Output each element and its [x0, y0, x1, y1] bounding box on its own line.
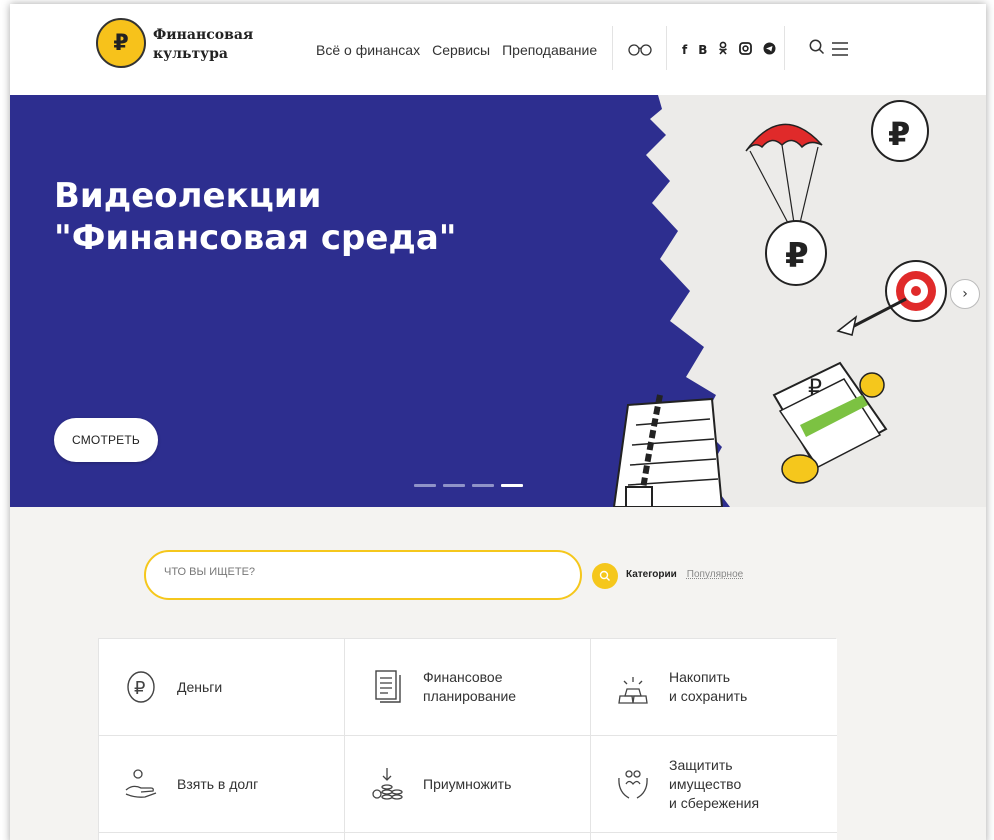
- category-protect[interactable]: Защитить имущество и сбережения: [591, 736, 837, 833]
- nav-item-services[interactable]: Сервисы: [432, 42, 490, 58]
- slider-dots: [414, 484, 523, 487]
- slider-dot-active[interactable]: [501, 484, 523, 487]
- category-row-partial: [99, 833, 345, 840]
- category-label: Взять в долг: [177, 775, 259, 792]
- nav-item-teaching[interactable]: Преподавание: [502, 42, 597, 58]
- svg-text:₽: ₽: [134, 678, 145, 699]
- category-label: Финансовое планирование: [423, 669, 517, 704]
- hero-title-line-2: "Финансовая среда": [54, 218, 457, 258]
- hero-title: Видеолекции "Финансовая среда": [54, 175, 457, 259]
- document-icon: [367, 667, 407, 707]
- svg-text:₽: ₽: [808, 376, 822, 401]
- hero-banner: ₽ ₽ ₽ Видеолекции "Финансовая среда" СМО…: [10, 95, 986, 507]
- category-label: Приумножить: [423, 775, 512, 792]
- ruble-icon: ₽: [121, 667, 161, 707]
- slider-dot[interactable]: [414, 484, 436, 487]
- categories-grid: ₽ Деньги Финансовое планирование Накопит…: [98, 638, 837, 840]
- protect-hands-icon: [613, 764, 653, 804]
- facebook-icon[interactable]: f: [682, 43, 687, 57]
- category-label: Деньги: [177, 678, 223, 695]
- social-links: f B: [682, 41, 776, 58]
- category-label: Накопить и сохранить: [669, 669, 748, 704]
- hero-title-line-1: Видеолекции: [54, 176, 322, 216]
- category-label: Защитить имущество и сбережения: [669, 756, 760, 811]
- category-multiply[interactable]: Приумножить: [345, 736, 591, 833]
- main-nav: Всё о финансах Сервисы Преподавание: [316, 42, 597, 58]
- tab-categories[interactable]: Категории: [626, 569, 677, 580]
- svg-text:₽: ₽: [888, 115, 910, 153]
- slider-dot[interactable]: [443, 484, 465, 487]
- search-input[interactable]: [164, 566, 544, 578]
- watch-button[interactable]: СМОТРЕТЬ: [54, 418, 158, 462]
- search-icon: [599, 570, 610, 581]
- menu-icon[interactable]: [832, 42, 848, 61]
- tab-popular[interactable]: Популярное: [687, 569, 743, 580]
- divider: [784, 26, 785, 70]
- vk-icon[interactable]: B: [698, 43, 707, 57]
- search-field: [144, 550, 582, 600]
- instagram-icon[interactable]: [739, 41, 753, 58]
- category-save[interactable]: Накопить и сохранить: [591, 639, 837, 736]
- logo-text[interactable]: Финансовая культура: [153, 26, 273, 64]
- category-money[interactable]: ₽ Деньги: [99, 639, 345, 736]
- svg-text:₽: ₽: [785, 236, 809, 276]
- logo-ruble-icon[interactable]: ₽: [96, 18, 146, 68]
- search-submit-button[interactable]: [592, 563, 618, 589]
- search-tabs: Категории Популярное: [626, 569, 743, 580]
- category-financial-planning[interactable]: Финансовое планирование: [345, 639, 591, 736]
- telegram-icon[interactable]: [763, 42, 776, 58]
- glasses-icon[interactable]: [628, 42, 652, 60]
- search-icon[interactable]: [808, 38, 826, 61]
- hand-coin-icon: [121, 764, 161, 804]
- gold-bars-icon: [613, 667, 653, 707]
- page-frame: ₽ Финансовая культура Всё о финансах Сер…: [10, 4, 986, 840]
- site-header: ₽ Финансовая культура Всё о финансах Сер…: [10, 4, 986, 95]
- next-slide-button[interactable]: ›: [950, 279, 980, 309]
- divider: [612, 26, 613, 70]
- category-borrow[interactable]: Взять в долг: [99, 736, 345, 833]
- divider: [666, 26, 667, 70]
- nav-item-all-about-finance[interactable]: Всё о финансах: [316, 42, 420, 58]
- category-row-partial: [345, 833, 591, 840]
- odnoklassniki-icon[interactable]: [718, 41, 728, 58]
- category-row-partial: [591, 833, 837, 840]
- slider-dot[interactable]: [472, 484, 494, 487]
- chevron-right-icon: ›: [962, 286, 968, 302]
- coins-stack-icon: [367, 764, 407, 804]
